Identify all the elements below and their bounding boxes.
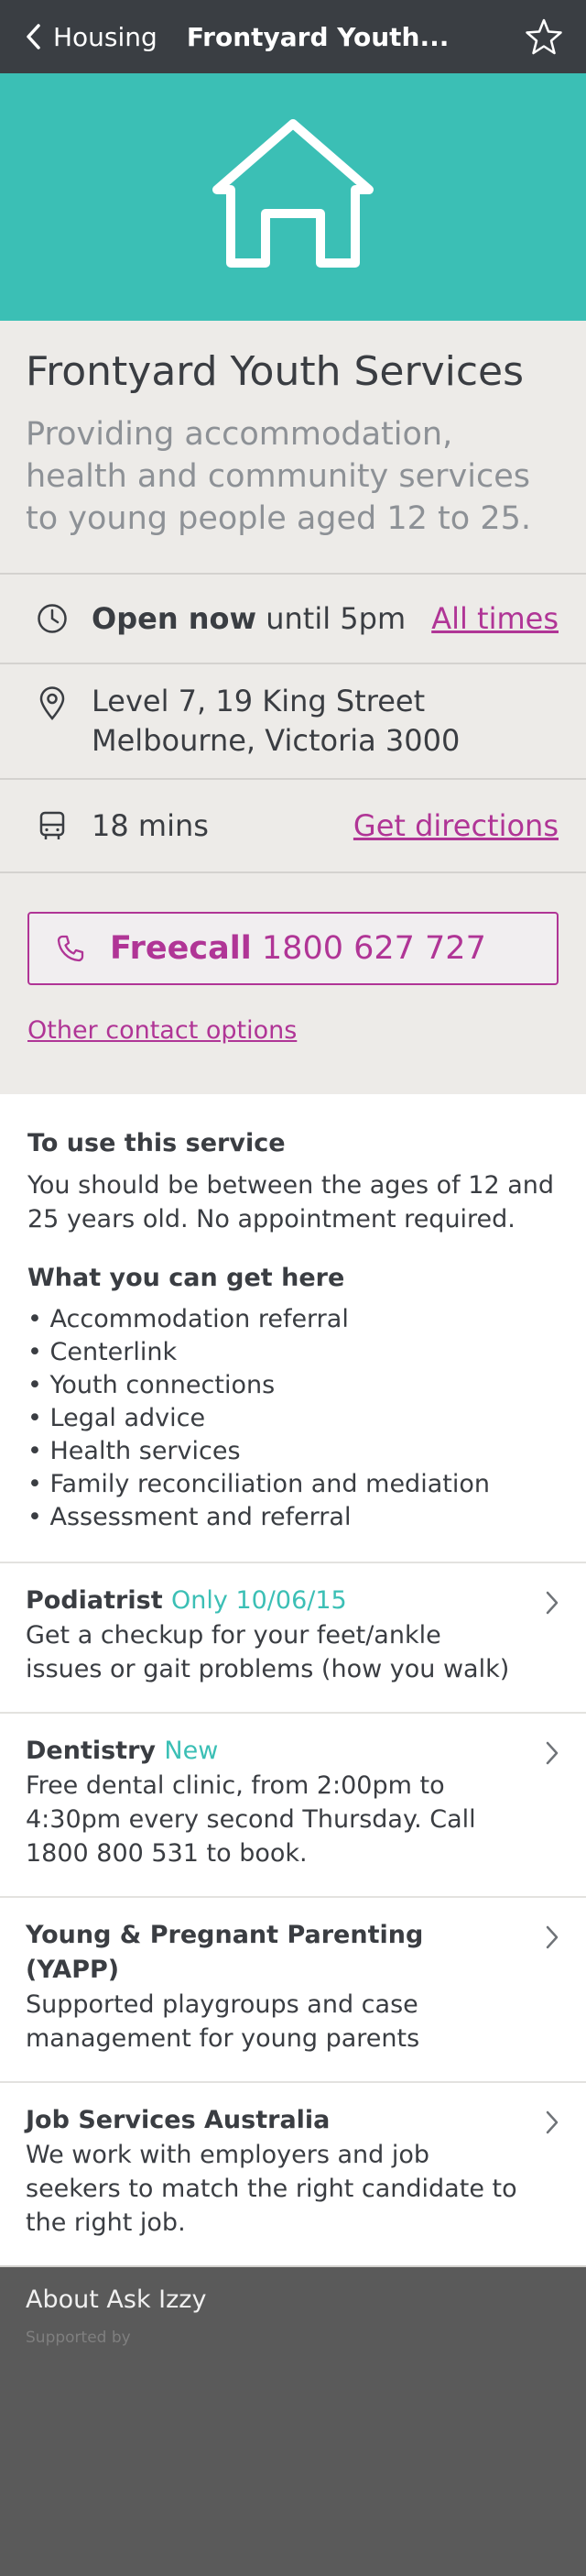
service-description: Providing accommodation, health and comm… (26, 416, 531, 537)
contact-section: Freecall 1800 627 727 Other contact opti… (0, 873, 586, 1094)
service-item-title: Young & Pregnant Parenting (YAPP) (26, 1918, 522, 1988)
service-summary: Frontyard Youth Services Providing accom… (0, 321, 586, 575)
page-header-title: Frontyard Youth... (186, 21, 450, 52)
opening-hours-text: Open now until 5pm (92, 601, 431, 636)
chevron-left-icon (27, 24, 40, 49)
clock-icon (35, 603, 70, 634)
list-item: • Family reconciliation and mediation (27, 1470, 490, 1498)
star-icon[interactable] (524, 16, 564, 57)
list-item: • Youth connections (27, 1371, 276, 1399)
service-item-description: We work with employers and job seekers t… (26, 2141, 517, 2237)
other-contact-options-link[interactable]: Other contact options (27, 1016, 559, 1045)
address-line-1: Level 7, 19 King Street (92, 684, 426, 718)
list-item: • Legal advice (27, 1404, 206, 1432)
service-item-name: Job Services Australia (26, 2106, 331, 2134)
eligibility-text: You should be between the ages of 12 and… (27, 1171, 555, 1233)
service-item-title: Podiatrist Only 10/06/15 (26, 1584, 522, 1618)
eligibility-section: To use this service You should be betwee… (0, 1094, 586, 1562)
service-item-description: Get a checkup for your feet/ankle issues… (26, 1621, 510, 1683)
chevron-right-icon (546, 1591, 559, 1615)
app-header: Housing Frontyard Youth... (0, 0, 586, 73)
service-item-title: Job Services Australia (26, 2103, 522, 2138)
other-services-list: Podiatrist Only 10/06/15 Get a checkup f… (0, 1562, 586, 2265)
offerings-heading: What you can get here (27, 1264, 345, 1292)
freecall-button[interactable]: Freecall 1800 627 727 (27, 912, 559, 985)
list-item: • Assessment and referral (27, 1503, 352, 1531)
travel-time: 18 mins (92, 808, 209, 843)
service-item-tag: Only 10/06/15 (171, 1586, 347, 1615)
transport-row: 18 mins Get directions (0, 780, 586, 873)
back-label: Housing (53, 21, 157, 52)
list-item: • Accommodation referral (27, 1305, 349, 1333)
freecall-number: 1800 627 727 (261, 930, 486, 967)
chevron-right-icon (546, 1741, 559, 1765)
service-item-podiatrist[interactable]: Podiatrist Only 10/06/15 Get a checkup f… (0, 1562, 586, 1712)
back-button[interactable]: Housing (0, 22, 157, 52)
opening-hours-row: Open now until 5pm All times (0, 575, 586, 664)
service-item-name: Podiatrist (26, 1586, 163, 1615)
site-footer: About Ask Izzy Supported by (0, 2265, 586, 2576)
service-item-title: Dentistry New (26, 1734, 522, 1769)
service-item-description: Supported playgroups and case management… (26, 1990, 420, 2053)
service-item-description: Free dental clinic, from 2:00pm to 4:30p… (26, 1771, 476, 1868)
about-link[interactable]: About Ask Izzy (26, 2286, 560, 2314)
freecall-text: Freecall 1800 627 727 (110, 930, 486, 967)
service-item-tag: New (164, 1737, 219, 1765)
service-item-dentistry[interactable]: Dentistry New Free dental clinic, from 2… (0, 1712, 586, 1896)
get-directions-link[interactable]: Get directions (353, 808, 559, 843)
address-line-2: Melbourne, Victoria 3000 (92, 723, 461, 758)
chevron-right-icon (546, 1925, 559, 1949)
service-item-yapp[interactable]: Young & Pregnant Parenting (YAPP) Suppor… (0, 1896, 586, 2081)
service-item-name: Dentistry (26, 1737, 157, 1765)
chevron-right-icon (546, 2110, 559, 2134)
offerings-list: • Accommodation referral • Centerlink • … (27, 1303, 559, 1534)
phone-icon (57, 935, 84, 962)
location-pin-icon (35, 686, 70, 721)
supported-by-text: Supported by (26, 2329, 131, 2347)
service-item-name: Young & Pregnant Parenting (YAPP) (26, 1921, 424, 1984)
address-row: Level 7, 19 King Street Melbourne, Victo… (0, 664, 586, 780)
address-text: Level 7, 19 King Street Melbourne, Victo… (92, 682, 559, 761)
open-until: until 5pm (266, 601, 407, 636)
service-title: Frontyard Youth Services (26, 348, 525, 395)
open-status: Open now (92, 601, 257, 636)
service-item-job-services[interactable]: Job Services Australia We work with empl… (0, 2081, 586, 2265)
category-banner (0, 73, 586, 321)
bus-icon (35, 810, 70, 841)
house-icon (212, 119, 374, 268)
list-item: • Centerlink (27, 1338, 178, 1366)
list-item: • Health services (27, 1437, 241, 1465)
all-times-link[interactable]: All times (431, 601, 559, 636)
eligibility-heading: To use this service (27, 1129, 286, 1157)
service-info: Open now until 5pm All times Level 7, 19… (0, 575, 586, 873)
freecall-label: Freecall (110, 930, 252, 967)
